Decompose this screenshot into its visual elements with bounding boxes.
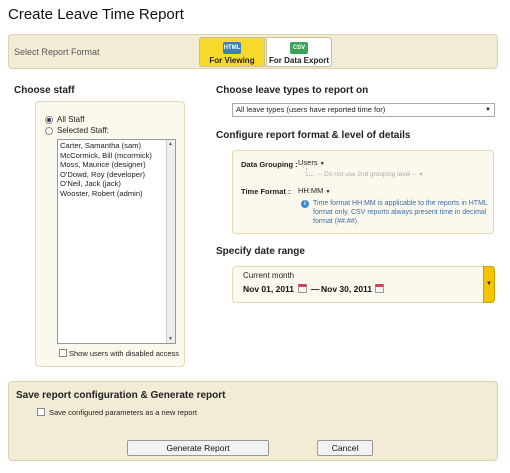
data-grouping-value: Users — [298, 158, 318, 167]
data-grouping-dropdown[interactable]: Users ▼ — [298, 158, 325, 167]
staff-list-item[interactable]: Carter, Samantha (sam) — [58, 141, 175, 151]
staff-listbox[interactable]: Carter, Samantha (sam) McCormick, Bill (… — [57, 139, 176, 344]
selected-staff-radio[interactable] — [45, 127, 53, 135]
chevron-down-icon: ▼ — [418, 172, 424, 178]
show-disabled-label: Show users with disabled access — [69, 349, 180, 358]
staff-list-item[interactable]: O'Dowd, Roy (developer) — [58, 170, 175, 180]
csv-format-label: For Data Export — [268, 56, 329, 65]
all-staff-radio[interactable] — [45, 116, 53, 124]
time-format-value: HH:MM — [298, 186, 324, 195]
save-heading: Save report configuration & Generate rep… — [16, 390, 226, 401]
all-staff-label: All Staff — [57, 115, 85, 124]
leave-types-heading: Choose leave types to report on — [216, 85, 369, 96]
scroll-down-icon[interactable]: ▼ — [168, 336, 173, 342]
second-grouping-value: -- Do not use 2nd grouping level -- — [318, 171, 417, 178]
time-format-label: Time Format : — [241, 187, 291, 196]
selected-staff-label: Selected Staff: — [57, 126, 109, 135]
html-format-button[interactable]: HTML For Viewing — [199, 37, 265, 67]
staff-list-scrollbar[interactable]: ▲ ▼ — [166, 140, 175, 343]
csv-format-button[interactable]: CSV For Data Export — [266, 37, 332, 67]
time-format-dropdown[interactable]: HH:MM ▼ — [298, 186, 330, 195]
calendar-icon[interactable] — [375, 284, 384, 293]
cancel-button[interactable]: Cancel — [317, 440, 373, 456]
data-grouping-label: Data Grouping : — [241, 160, 298, 169]
choose-staff-heading: Choose staff — [14, 85, 75, 96]
time-format-info: Time format HH:MM is applicable to the r… — [313, 200, 488, 225]
tree-connector — [306, 168, 314, 176]
staff-list-item[interactable]: McCormick, Bill (mcormick) — [58, 151, 175, 161]
page-title: Create Leave Time Report — [8, 6, 184, 23]
chevron-down-icon: ▼ — [485, 107, 491, 113]
date-to-value[interactable]: Nov 30, 2011 — [321, 284, 372, 294]
second-grouping-dropdown[interactable]: -- Do not use 2nd grouping level -- ▼ — [318, 171, 423, 178]
chevron-down-icon: ▼ — [325, 189, 331, 195]
info-icon: i — [301, 200, 309, 208]
csv-file-icon: CSV — [290, 42, 308, 54]
leave-types-value: All leave types (users have reported tim… — [236, 105, 386, 114]
chevron-down-icon: ▼ — [486, 281, 492, 287]
report-format-label: Select Report Format — [14, 47, 100, 57]
calendar-icon[interactable] — [298, 284, 307, 293]
date-separator: — — [311, 284, 320, 294]
html-file-icon: HTML — [223, 42, 241, 54]
leave-types-select[interactable]: All leave types (users have reported tim… — [232, 103, 495, 117]
chevron-down-icon: ▼ — [319, 161, 325, 167]
date-preset-dropdown[interactable]: ▼ — [483, 266, 495, 303]
date-preset-label: Current month — [243, 271, 295, 280]
save-params-checkbox[interactable] — [37, 408, 45, 416]
staff-list-item[interactable]: Moss, Maurice (designer) — [58, 160, 175, 170]
scroll-up-icon[interactable]: ▲ — [168, 141, 173, 147]
save-params-label: Save configured parameters as a new repo… — [49, 408, 197, 417]
html-format-label: For Viewing — [209, 56, 255, 65]
date-range-heading: Specify date range — [216, 246, 305, 257]
generate-report-button[interactable]: Generate Report — [127, 440, 269, 456]
staff-list-item[interactable]: Wooster, Robert (admin) — [58, 189, 175, 199]
show-disabled-checkbox[interactable] — [59, 349, 67, 357]
date-from-value[interactable]: Nov 01, 2011 — [243, 284, 294, 294]
staff-list-item[interactable]: O'Neil, Jack (jack) — [58, 179, 175, 189]
configure-heading: Configure report format & level of detai… — [216, 130, 411, 141]
